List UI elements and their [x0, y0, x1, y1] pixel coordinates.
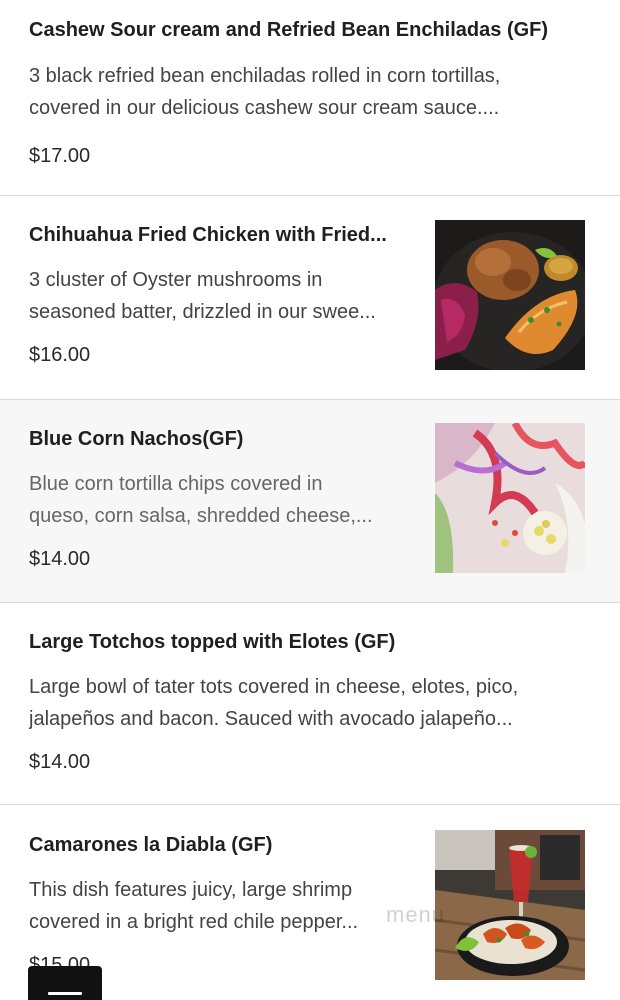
menu-item-chihuahua-fried-chicken[interactable]: Chihuahua Fried Chicken with Fried... 3 … — [0, 196, 620, 400]
item-description-line: This dish features juicy, large shrimp — [29, 879, 353, 901]
camarones-diabla-photo — [435, 830, 585, 980]
item-description-line: Blue corn tortilla chips covered in — [29, 473, 323, 495]
item-description: 3 cluster of Oyster mushrooms in seasone… — [29, 264, 414, 328]
item-price: $14.00 — [29, 751, 91, 773]
menu-list-icon — [48, 992, 82, 995]
blue-corn-nachos-image[interactable] — [435, 423, 585, 573]
item-price: $14.00 — [29, 548, 91, 570]
item-title: Blue Corn Nachos(GF) — [29, 428, 244, 450]
menu-item-blue-corn-nachos[interactable]: Blue Corn Nachos(GF) Blue corn tortilla … — [0, 400, 620, 603]
item-description-line: Large bowl of tater tots covered in chee… — [29, 676, 519, 698]
camarones-diabla-image[interactable] — [435, 830, 585, 980]
item-description-line: covered in a bright red chile pepper... — [29, 911, 359, 933]
item-title: Chihuahua Fried Chicken with Fried... — [29, 224, 387, 246]
item-description-line: queso, corn salsa, shredded cheese,... — [29, 505, 373, 527]
item-description-line: seasoned batter, drizzled in our swee... — [29, 301, 376, 323]
blue-corn-nachos-photo — [435, 423, 585, 573]
menu-item-cashew-enchiladas[interactable]: Cashew Sour cream and Refried Bean Enchi… — [0, 0, 620, 196]
watermark-text: menu — [386, 902, 446, 927]
item-title: Cashew Sour cream and Refried Bean Enchi… — [29, 19, 549, 41]
item-price: $17.00 — [29, 145, 91, 167]
item-description-line: 3 black refried bean enchiladas rolled i… — [29, 65, 501, 87]
fried-chicken-image[interactable] — [435, 220, 585, 370]
item-title: Camarones la Diabla (GF) — [29, 834, 273, 856]
menu-item-list: Cashew Sour cream and Refried Bean Enchi… — [0, 0, 620, 1000]
item-price: $16.00 — [29, 344, 91, 366]
item-description-line: 3 cluster of Oyster mushrooms in — [29, 269, 323, 291]
item-description: Large bowl of tater tots covered in chee… — [29, 671, 589, 735]
item-description-line: jalapeños and bacon. Sauced with avocado… — [29, 708, 513, 730]
fried-chicken-photo — [435, 220, 585, 370]
item-description-line: covered in our delicious cashew sour cre… — [29, 97, 500, 119]
item-description: This dish features juicy, large shrimp c… — [29, 874, 414, 938]
item-description: Blue corn tortilla chips covered in ques… — [29, 468, 414, 532]
item-description: 3 black refried bean enchiladas rolled i… — [29, 60, 589, 124]
item-title: Large Totchos topped with Elotes (GF) — [29, 631, 396, 653]
menu-item-large-totchos[interactable]: Large Totchos topped with Elotes (GF) La… — [0, 603, 620, 805]
menu-list-button[interactable] — [28, 966, 102, 1000]
